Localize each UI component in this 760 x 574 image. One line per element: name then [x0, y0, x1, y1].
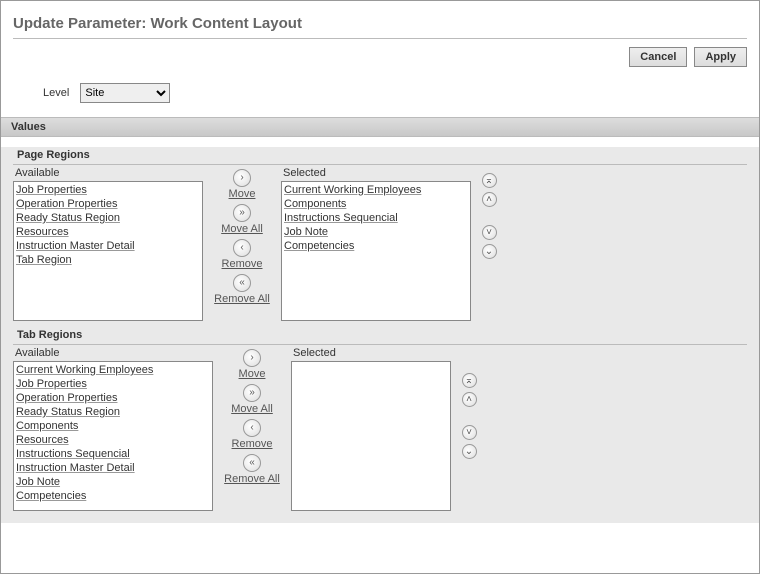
move-up-icon-2[interactable]: ˄	[462, 392, 477, 407]
level-label: Level	[43, 87, 69, 99]
list-item[interactable]: Instruction Master Detail	[16, 239, 200, 253]
selected-label-2: Selected	[291, 347, 451, 361]
list-item[interactable]: Instructions Sequencial	[16, 447, 210, 461]
move-all-link-2[interactable]: Move All	[231, 403, 273, 415]
list-item[interactable]: Instruction Master Detail	[16, 461, 210, 475]
page-regions-selected-list[interactable]: Current Working EmployeesComponentsInstr…	[281, 181, 471, 321]
move-right-icon[interactable]: ›	[233, 169, 251, 187]
list-item[interactable]: Job Note	[284, 225, 468, 239]
list-item[interactable]: Resources	[16, 225, 200, 239]
list-item[interactable]: Competencies	[284, 239, 468, 253]
level-select[interactable]: Site	[80, 83, 170, 103]
remove-link-2[interactable]: Remove	[232, 438, 273, 450]
move-bottom-icon[interactable]: ⌄	[482, 244, 497, 259]
list-item[interactable]: Ready Status Region	[16, 405, 210, 419]
list-item[interactable]: Tab Region	[16, 253, 200, 267]
remove-all-link-2[interactable]: Remove All	[224, 473, 280, 485]
list-item[interactable]: Current Working Employees	[284, 183, 468, 197]
list-item[interactable]: Job Note	[16, 475, 210, 489]
remove-left-icon[interactable]: ‹	[233, 239, 251, 257]
tab-regions-available-list[interactable]: Current Working EmployeesJob PropertiesO…	[13, 361, 213, 511]
move-down-icon[interactable]: ˅	[482, 225, 497, 240]
move-bottom-icon-2[interactable]: ⌄	[462, 444, 477, 459]
apply-button[interactable]: Apply	[694, 47, 747, 67]
cancel-button[interactable]: Cancel	[629, 47, 687, 67]
move-link-2[interactable]: Move	[239, 368, 266, 380]
list-item[interactable]: Components	[284, 197, 468, 211]
list-item[interactable]: Job Properties	[16, 183, 200, 197]
list-item[interactable]: Components	[16, 419, 210, 433]
list-item[interactable]: Job Properties	[16, 377, 210, 391]
tab-regions-shuttle: Available Current Working EmployeesJob P…	[13, 347, 747, 511]
move-top-icon-2[interactable]: ⌅	[462, 373, 477, 388]
move-all-right-icon[interactable]: »	[233, 204, 251, 222]
values-section-header: Values	[1, 117, 759, 137]
available-label-2: Available	[13, 347, 213, 361]
page-regions-header: Page Regions	[13, 147, 747, 165]
selected-label: Selected	[281, 167, 471, 181]
action-toolbar: Cancel Apply	[13, 39, 747, 79]
move-link[interactable]: Move	[229, 188, 256, 200]
remove-left-icon-2[interactable]: ‹	[243, 419, 261, 437]
tab-regions-header: Tab Regions	[13, 327, 747, 345]
remove-all-left-icon[interactable]: «	[233, 274, 251, 292]
move-all-right-icon-2[interactable]: »	[243, 384, 261, 402]
move-up-icon[interactable]: ˄	[482, 192, 497, 207]
list-item[interactable]: Operation Properties	[16, 391, 210, 405]
tab-regions-selected-list[interactable]	[291, 361, 451, 511]
available-label: Available	[13, 167, 203, 181]
list-item[interactable]: Ready Status Region	[16, 211, 200, 225]
move-all-link[interactable]: Move All	[221, 223, 263, 235]
list-item[interactable]: Competencies	[16, 489, 210, 503]
list-item[interactable]: Operation Properties	[16, 197, 200, 211]
page-regions-available-list[interactable]: Job PropertiesOperation PropertiesReady …	[13, 181, 203, 321]
remove-link[interactable]: Remove	[222, 258, 263, 270]
list-item[interactable]: Instructions Sequencial	[284, 211, 468, 225]
move-top-icon[interactable]: ⌅	[482, 173, 497, 188]
move-down-icon-2[interactable]: ˅	[462, 425, 477, 440]
remove-all-link[interactable]: Remove All	[214, 293, 270, 305]
page-title: Update Parameter: Work Content Layout	[13, 11, 747, 39]
move-right-icon-2[interactable]: ›	[243, 349, 261, 367]
list-item[interactable]: Resources	[16, 433, 210, 447]
list-item[interactable]: Current Working Employees	[16, 363, 210, 377]
remove-all-left-icon-2[interactable]: «	[243, 454, 261, 472]
page-regions-shuttle: Available Job PropertiesOperation Proper…	[13, 167, 747, 321]
